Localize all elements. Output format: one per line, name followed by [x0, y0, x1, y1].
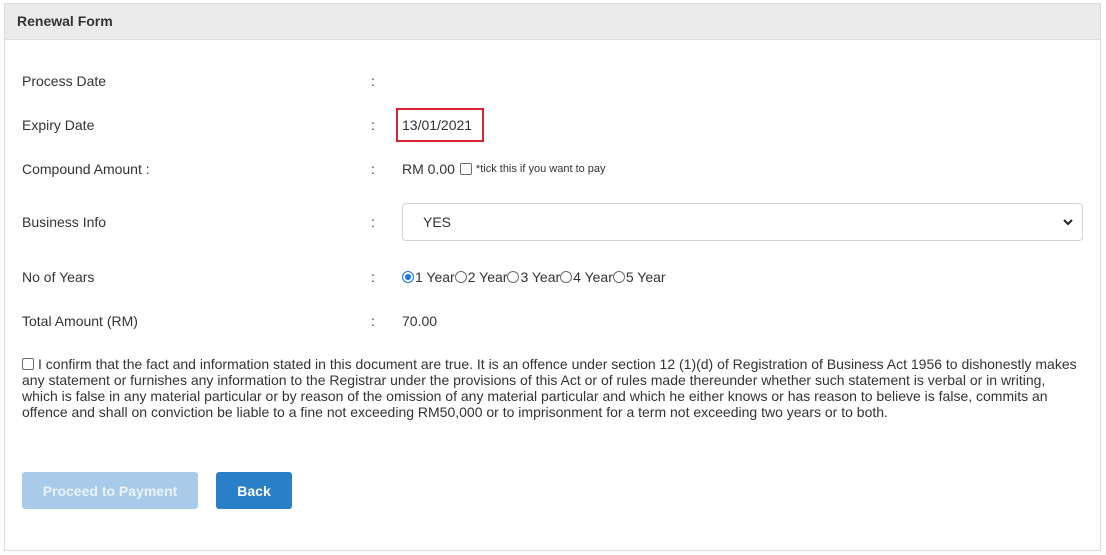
years-option-4[interactable]: 4 Year — [560, 269, 613, 285]
colon: : — [371, 214, 375, 230]
colon: : — [371, 117, 375, 133]
years-option-label: 1 Year — [415, 269, 455, 285]
declaration-text: I confirm that the fact and information … — [22, 356, 1077, 420]
business-info-label: Business Info — [22, 214, 107, 230]
expiry-date-label: Expiry Date — [22, 117, 95, 133]
expiry-date-value-wrap: 13/01/2021 — [396, 108, 485, 142]
years-option-5[interactable]: 5 Year — [612, 269, 666, 285]
proceed-to-payment-button[interactable]: Proceed to Payment — [22, 472, 198, 509]
compound-amount-value-group: RM 0.00 *tick this if you want to pay — [402, 161, 606, 177]
years-option-label: 5 Year — [625, 269, 666, 285]
expiry-date-value: 13/01/2021 — [396, 108, 485, 142]
back-button[interactable]: Back — [216, 472, 292, 509]
years-option-1[interactable]: 1 Year — [402, 269, 455, 285]
total-amount-label: Total Amount (RM) — [22, 313, 138, 329]
panel-title: Renewal Form — [5, 4, 1100, 40]
radio-button[interactable] — [612, 271, 625, 283]
business-info-selected: YES — [423, 214, 452, 230]
process-date-row: Process Date : — [22, 63, 1083, 99]
years-option-label: 4 Year — [573, 269, 613, 285]
compound-amount-value: RM 0.00 — [402, 161, 455, 177]
radio-button[interactable] — [402, 271, 414, 283]
compound-pay-checkbox[interactable] — [459, 163, 472, 175]
colon: : — [371, 269, 375, 285]
radio-button[interactable] — [507, 271, 520, 283]
years-option-label: 2 Year — [467, 269, 508, 285]
years-label: No of Years — [22, 269, 95, 285]
radio-button[interactable] — [454, 271, 467, 283]
radio-button[interactable] — [560, 271, 573, 283]
business-info-select[interactable]: YES — [402, 203, 1083, 241]
renewal-form-panel: Renewal Form Process Date : Expiry Date … — [4, 3, 1101, 551]
colon: : — [371, 161, 375, 177]
years-option-2[interactable]: 2 Year — [454, 269, 508, 285]
years-option-label: 3 Year — [520, 269, 561, 285]
process-date-label: Process Date — [22, 73, 107, 89]
years-row: No of Years : 1 Year 2 Year 3 Year 4 Yea… — [22, 259, 1083, 295]
total-amount-value: 70.00 — [402, 313, 438, 329]
colon: : — [371, 313, 375, 329]
declaration: I confirm that the fact and information … — [22, 356, 1082, 420]
compound-amount-label: Compound Amount : — [22, 161, 150, 177]
colon: : — [371, 73, 375, 89]
compound-pay-hint: *tick this if you want to pay — [475, 163, 606, 175]
years-radio-group: 1 Year 2 Year 3 Year 4 Year 5 Year — [402, 269, 666, 285]
declaration-checkbox[interactable] — [22, 358, 34, 370]
business-info-row: Business Info : YES — [22, 203, 1083, 241]
compound-amount-row: Compound Amount : : RM 0.00 *tick this i… — [22, 151, 1083, 187]
expiry-date-row: Expiry Date : 13/01/2021 — [22, 107, 1083, 143]
total-amount-row: Total Amount (RM) : 70.00 — [22, 303, 1083, 339]
chevron-down-icon — [1063, 219, 1073, 226]
years-option-3[interactable]: 3 Year — [507, 269, 560, 285]
